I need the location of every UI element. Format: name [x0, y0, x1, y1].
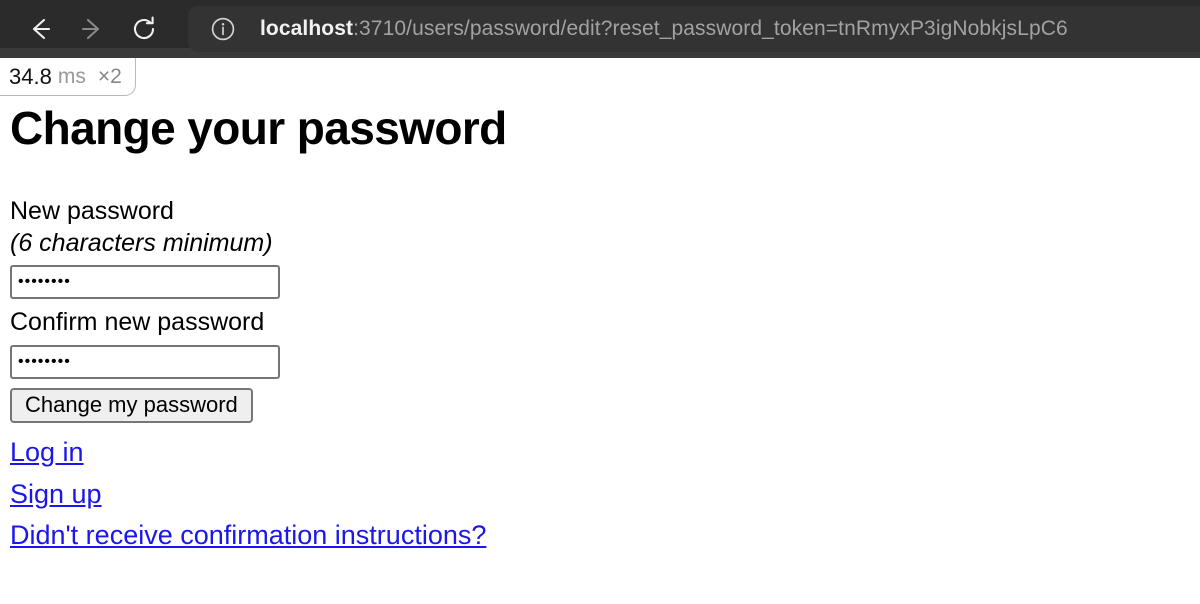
forward-button[interactable] [66, 5, 118, 53]
change-password-form: New password (6 characters minimum) Conf… [10, 196, 1200, 423]
page-title: Change your password [10, 102, 507, 154]
profiler-unit: ms [57, 64, 86, 88]
info-circle-icon[interactable] [208, 14, 238, 44]
url-bar[interactable]: localhost:3710/users/password/edit?reset… [188, 6, 1200, 52]
reload-button[interactable] [118, 5, 170, 53]
change-password-button[interactable]: Change my password [10, 387, 253, 423]
back-button[interactable] [14, 5, 66, 53]
new-password-input[interactable] [10, 265, 280, 300]
page-area: 34.8 ms ×2 Change your password New pass… [0, 58, 1200, 604]
arrow-left-icon [25, 14, 55, 44]
page-content: Change your password New password (6 cha… [0, 58, 1200, 557]
new-password-label: New password [10, 197, 174, 226]
signup-link[interactable]: Sign up [10, 474, 102, 516]
url-path: :3710/users/password/edit?reset_password… [353, 17, 1068, 40]
new-password-hint: (6 characters minimum) [10, 228, 273, 257]
url-text: localhost:3710/users/password/edit?reset… [260, 17, 1068, 41]
confirm-password-input[interactable] [10, 344, 280, 379]
auth-links: Log in Sign up Didn't receive confirmati… [10, 432, 1200, 558]
profiler-time: 34.8 [9, 63, 52, 89]
url-host: localhost [260, 17, 354, 40]
resend-confirmation-link[interactable]: Didn't receive confirmation instructions… [10, 515, 486, 557]
arrow-right-icon [77, 14, 107, 44]
mini-profiler-badge[interactable]: 34.8 ms ×2 [0, 58, 136, 96]
profiler-request-count: ×2 [97, 64, 122, 88]
login-link[interactable]: Log in [10, 432, 84, 474]
reload-icon [128, 13, 160, 45]
confirm-password-label: Confirm new password [10, 308, 265, 337]
browser-toolbar: localhost:3710/users/password/edit?reset… [0, 0, 1200, 58]
